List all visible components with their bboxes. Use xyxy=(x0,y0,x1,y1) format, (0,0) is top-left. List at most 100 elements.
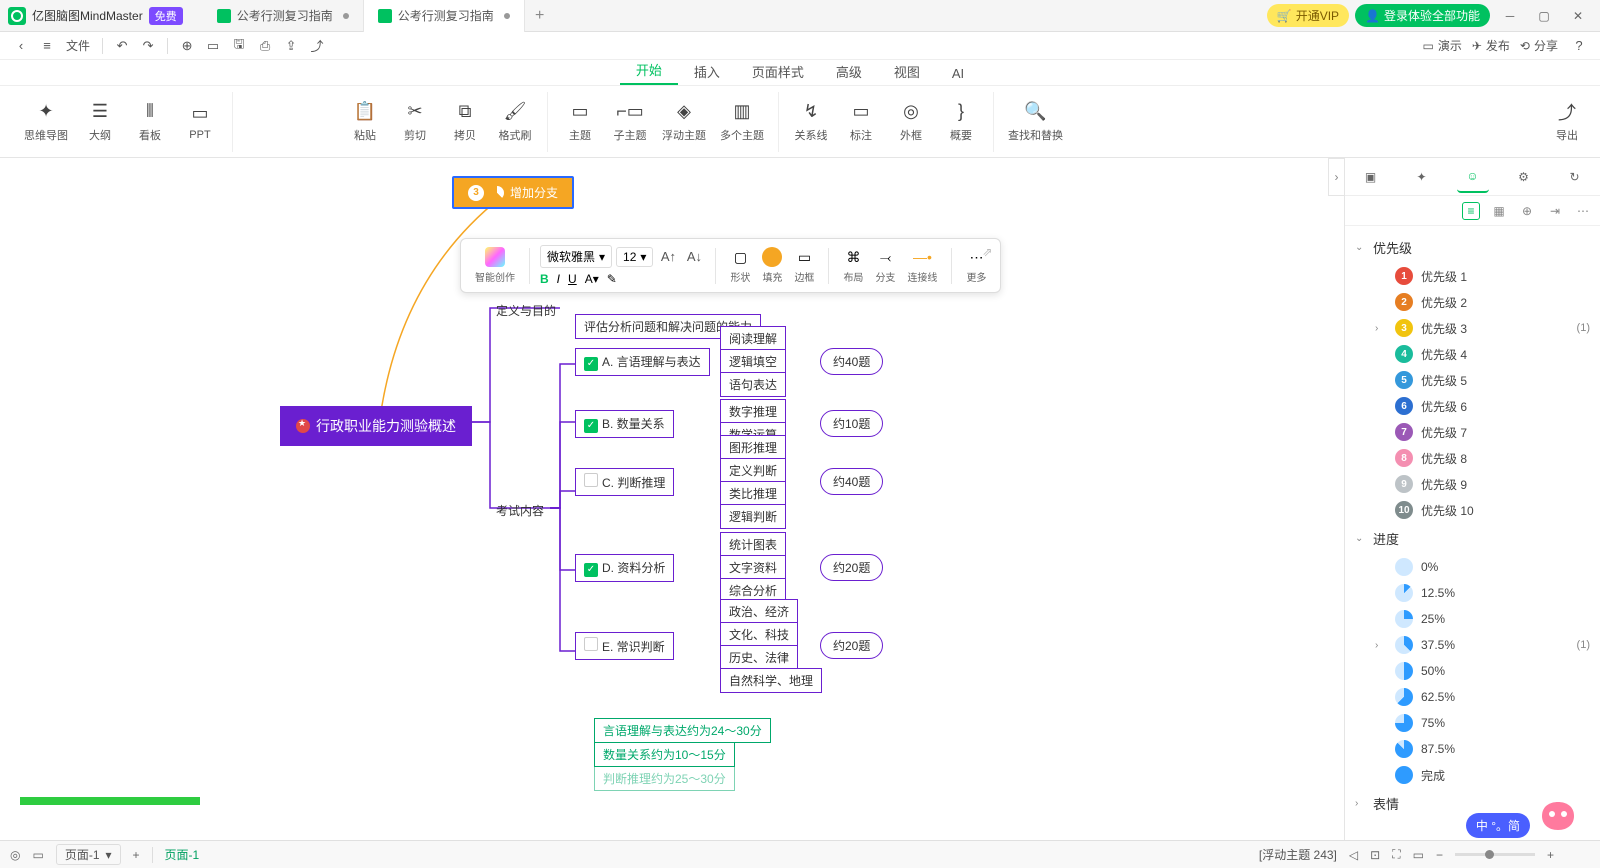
selected-topic-node[interactable]: 3 增加分支 xyxy=(452,176,574,209)
priority-item-3[interactable]: ›3优先级 3(1) xyxy=(1355,315,1590,341)
page-selector[interactable]: 页面-1 ▾ xyxy=(56,844,121,865)
smart-create-button[interactable]: 智能创作 xyxy=(471,245,519,286)
publish-button[interactable]: ✈发布 xyxy=(1472,37,1510,54)
help-button[interactable]: ? xyxy=(1568,35,1590,57)
leaf-node[interactable]: 类比推理 xyxy=(720,481,786,506)
sb-icon-1[interactable]: ◎ xyxy=(10,848,20,862)
export-icon[interactable]: ⤴ xyxy=(306,35,328,57)
rp-tab-history[interactable]: ↻ xyxy=(1559,161,1591,193)
progress-item-8[interactable]: 完成 xyxy=(1355,762,1590,788)
priority-item-5[interactable]: 5优先级 5 xyxy=(1355,367,1590,393)
tab-view[interactable]: 视图 xyxy=(878,58,936,85)
sb-nav-3[interactable]: ⛶ xyxy=(1392,847,1400,862)
open-vip-button[interactable]: 🛒开通VIP xyxy=(1267,4,1349,27)
sb-nav-1[interactable]: ◁ xyxy=(1349,848,1358,862)
progress-item-3[interactable]: ›37.5%(1) xyxy=(1355,632,1590,658)
font-size-select[interactable]: 12▾ xyxy=(616,247,653,267)
relation-button[interactable]: ↯关系线 xyxy=(793,101,829,143)
priority-item-7[interactable]: 7优先级 7 xyxy=(1355,419,1590,445)
leaf-node[interactable]: 数字推理 xyxy=(720,399,786,424)
ppt-view-button[interactable]: ▭PPT xyxy=(182,103,218,141)
marker-button[interactable]: ▭标注 xyxy=(843,101,879,143)
cut-button[interactable]: ✂剪切 xyxy=(397,101,433,143)
progress-item-1[interactable]: 12.5% xyxy=(1355,580,1590,606)
count-pill[interactable]: 约20题 xyxy=(820,554,883,581)
file-menu[interactable]: 文件 xyxy=(66,37,90,54)
leaf-node[interactable]: 逻辑填空 xyxy=(720,349,786,374)
canvas[interactable]: 3 增加分支 智能创作 微软雅黑▾ 12▾ A↑ A↓ B I U A▾ xyxy=(0,158,1344,840)
rp-sub-grid[interactable]: ▦ xyxy=(1490,202,1508,220)
tab-ai[interactable]: AI xyxy=(936,62,980,85)
present-button[interactable]: ▭演示 xyxy=(1422,37,1461,54)
tab-insert[interactable]: 插入 xyxy=(678,58,736,85)
module-node-B[interactable]: ✓B. 数量关系 xyxy=(575,410,674,438)
branch-button[interactable]: ⤙分支 xyxy=(871,245,899,286)
floating-topic-button[interactable]: ◈浮动主题 xyxy=(662,101,706,143)
share-button[interactable]: ⟲分享 xyxy=(1520,37,1558,54)
find-replace-button[interactable]: 🔍查找和替换 xyxy=(1008,101,1063,143)
priority-item-6[interactable]: 6优先级 6 xyxy=(1355,393,1590,419)
fill-button[interactable]: 填充 xyxy=(758,245,786,286)
priority-section-head[interactable]: ⌄优先级 xyxy=(1355,232,1590,263)
count-pill[interactable]: 约40题 xyxy=(820,348,883,375)
save-button[interactable]: 🖫 xyxy=(228,35,250,57)
redo-button[interactable]: ↷ xyxy=(137,35,159,57)
score-line-1[interactable]: 数量关系约为10～15分 xyxy=(594,742,735,767)
leaf-node[interactable]: 图形推理 xyxy=(720,435,786,460)
progress-section-head[interactable]: ⌄进度 xyxy=(1355,523,1590,554)
zoom-slider[interactable] xyxy=(1455,853,1535,856)
layout-button[interactable]: ⌘布局 xyxy=(839,245,867,286)
mascot-icon[interactable] xyxy=(1534,796,1582,836)
font-increase-button[interactable]: A↑ xyxy=(657,246,679,268)
export-button[interactable]: ⤴导出 xyxy=(1554,101,1590,143)
outline-view-button[interactable]: ☰大纲 xyxy=(82,101,118,143)
border-button[interactable]: ▭边框 xyxy=(790,245,818,286)
page-tab[interactable]: 页面-1 xyxy=(165,846,200,863)
subtopic-button[interactable]: ⌐▭子主题 xyxy=(612,101,648,143)
add-tab-button[interactable]: + xyxy=(525,7,555,25)
doc-tab-2[interactable]: 公考行测复习指南 xyxy=(364,0,525,32)
bold-button[interactable]: B xyxy=(540,272,549,286)
priority-item-8[interactable]: 8优先级 8 xyxy=(1355,445,1590,471)
priority-item-1[interactable]: 1优先级 1 xyxy=(1355,263,1590,289)
font-color-button[interactable]: A▾ xyxy=(585,272,599,286)
pin-icon[interactable]: ⇗ xyxy=(982,245,992,259)
underline-button[interactable]: U xyxy=(568,272,577,286)
format-painter-button[interactable]: 🖌格式刷 xyxy=(497,101,533,143)
exam-label-node[interactable]: 考试内容 xyxy=(496,502,544,519)
module-node-E[interactable]: E. 常识判断 xyxy=(575,632,674,660)
leaf-node[interactable]: 文字资料 xyxy=(720,555,786,580)
module-node-A[interactable]: ✓A. 言语理解与表达 xyxy=(575,348,710,376)
count-pill[interactable]: 约40题 xyxy=(820,468,883,495)
doc-tab-1[interactable]: 公考行测复习指南 xyxy=(203,0,364,32)
module-node-D[interactable]: ✓D. 资料分析 xyxy=(575,554,674,582)
minimize-button[interactable]: ─ xyxy=(1496,4,1524,28)
tab-start[interactable]: 开始 xyxy=(620,56,678,85)
share-icon[interactable]: ⇪ xyxy=(280,35,302,57)
menu-icon[interactable]: ≡ xyxy=(36,35,58,57)
root-node[interactable]: 行政职业能力测验概述 xyxy=(280,406,472,446)
rp-tab-settings[interactable]: ⚙ xyxy=(1508,161,1540,193)
count-pill[interactable]: 约20题 xyxy=(820,632,883,659)
summary-button[interactable]: }概要 xyxy=(943,101,979,143)
score-line-2[interactable]: 判断推理约为25～30分 xyxy=(594,766,735,791)
print-button[interactable]: ⎙ xyxy=(254,35,276,57)
kanban-view-button[interactable]: ⦀看板 xyxy=(132,101,168,143)
definition-label-node[interactable]: 定义与目的 xyxy=(496,302,556,319)
rp-sub-list[interactable]: ≡ xyxy=(1462,202,1480,220)
leaf-node[interactable]: 定义判断 xyxy=(720,458,786,483)
rp-sub-add[interactable]: ⊕ xyxy=(1518,202,1536,220)
rp-sub-import[interactable]: ⇥ xyxy=(1546,202,1564,220)
leaf-node[interactable]: 统计图表 xyxy=(720,532,786,557)
italic-button[interactable]: I xyxy=(557,272,560,286)
leaf-node[interactable]: 自然科学、地理 xyxy=(720,668,822,693)
score-line-0[interactable]: 言语理解与表达约为24～30分 xyxy=(594,718,771,743)
sb-nav-2[interactable]: ⊡ xyxy=(1370,848,1380,862)
progress-item-7[interactable]: 87.5% xyxy=(1355,736,1590,762)
zoom-out-button[interactable]: − xyxy=(1436,848,1443,862)
tab-page-style[interactable]: 页面样式 xyxy=(736,58,820,85)
clear-format-button[interactable]: ✎ xyxy=(607,272,617,286)
leaf-node[interactable]: 逻辑判断 xyxy=(720,504,786,529)
sb-icon-2[interactable]: ▭ xyxy=(32,848,43,862)
leaf-node[interactable]: 语句表达 xyxy=(720,372,786,397)
